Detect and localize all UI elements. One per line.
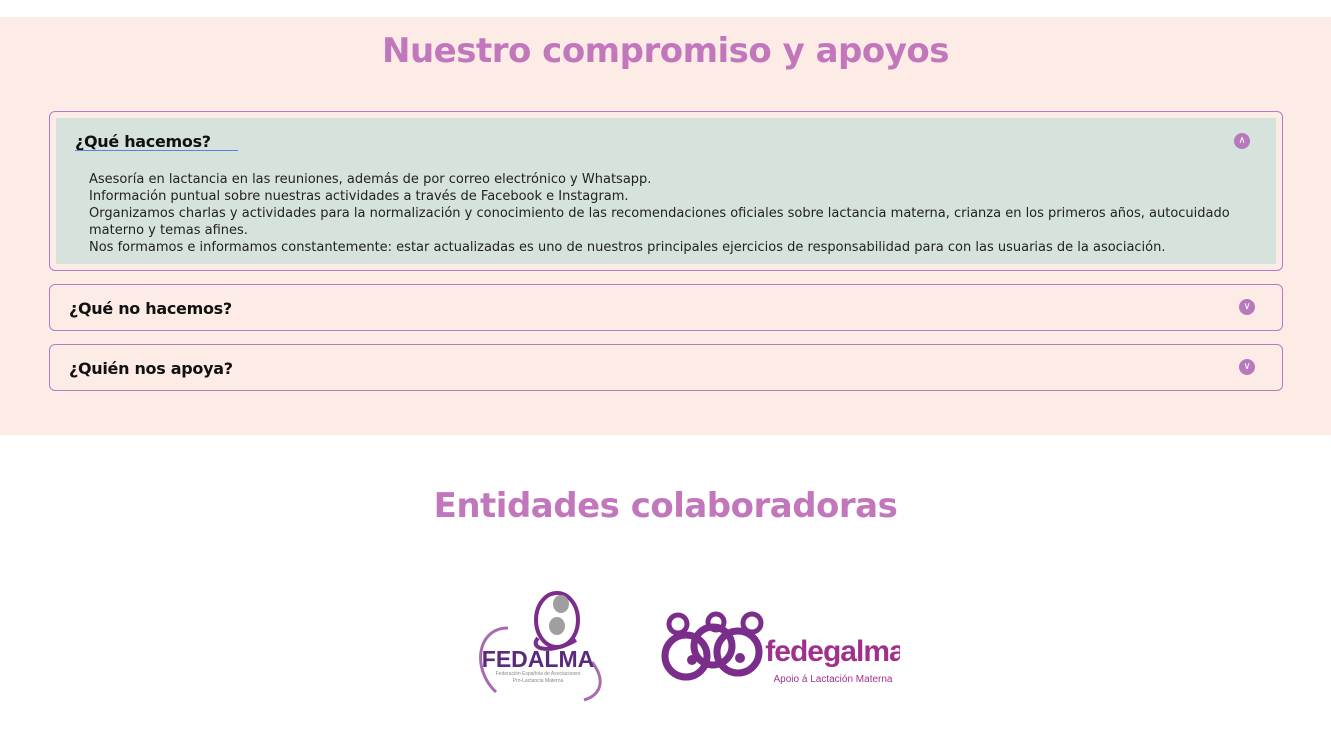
svg-text:fedegalma: fedegalma	[765, 635, 900, 668]
fedalma-logo[interactable]: FEDALMA Federación Española de Asociacio…	[479, 591, 602, 702]
content-line: Asesoría en lactancia en las reuniones, …	[89, 172, 652, 187]
accordion-header-button[interactable]: ¿Quién nos apoya?	[69, 359, 233, 378]
accordion-panel: ¿Qué hacemos? ∧ Asesoría en lactancia en…	[56, 118, 1276, 264]
chevron-down-icon[interactable]: ∨	[1239, 359, 1255, 375]
partners-title: Entidades colaboradoras	[433, 486, 898, 526]
content-line: Organizamos charlas y actividades para l…	[89, 206, 1230, 238]
partner-logos: FEDALMA Federación Española de Asociacio…	[479, 591, 900, 702]
svg-text:Apoio á Lactación Materna: Apoio á Lactación Materna	[774, 674, 893, 685]
svg-text:Federación Española de Asociac: Federación Española de Asociaciones	[496, 671, 581, 677]
accordion-item-que-no-hacemos[interactable]: ¿Qué no hacemos? ∨	[49, 284, 1283, 331]
fedegalma-logo[interactable]: fedegalma Apoio á Lactación Materna	[661, 611, 900, 685]
focus-underline	[75, 150, 238, 151]
content-line: Nos formamos e informamos constantemente…	[89, 240, 1166, 255]
accordion-item-quien-nos-apoya[interactable]: ¿Quién nos apoya? ∨	[49, 344, 1283, 391]
chevron-down-icon[interactable]: ∨	[1239, 299, 1255, 315]
accordion-item-que-hacemos: ¿Qué hacemos? ∧ Asesoría en lactancia en…	[49, 111, 1283, 271]
accordion-content: Asesoría en lactancia en las reuniones, …	[89, 171, 1269, 256]
svg-text:FEDALMA: FEDALMA	[482, 646, 594, 672]
section-title: Nuestro compromiso y apoyos	[382, 31, 950, 71]
content-line: Información puntual sobre nuestras activ…	[89, 189, 629, 204]
svg-text:Pro-Lactancia Materna: Pro-Lactancia Materna	[513, 678, 564, 684]
accordion-header-button[interactable]: ¿Qué hacemos?	[75, 132, 211, 151]
chevron-up-icon[interactable]: ∧	[1234, 133, 1250, 149]
accordion-header-button[interactable]: ¿Qué no hacemos?	[69, 299, 232, 318]
